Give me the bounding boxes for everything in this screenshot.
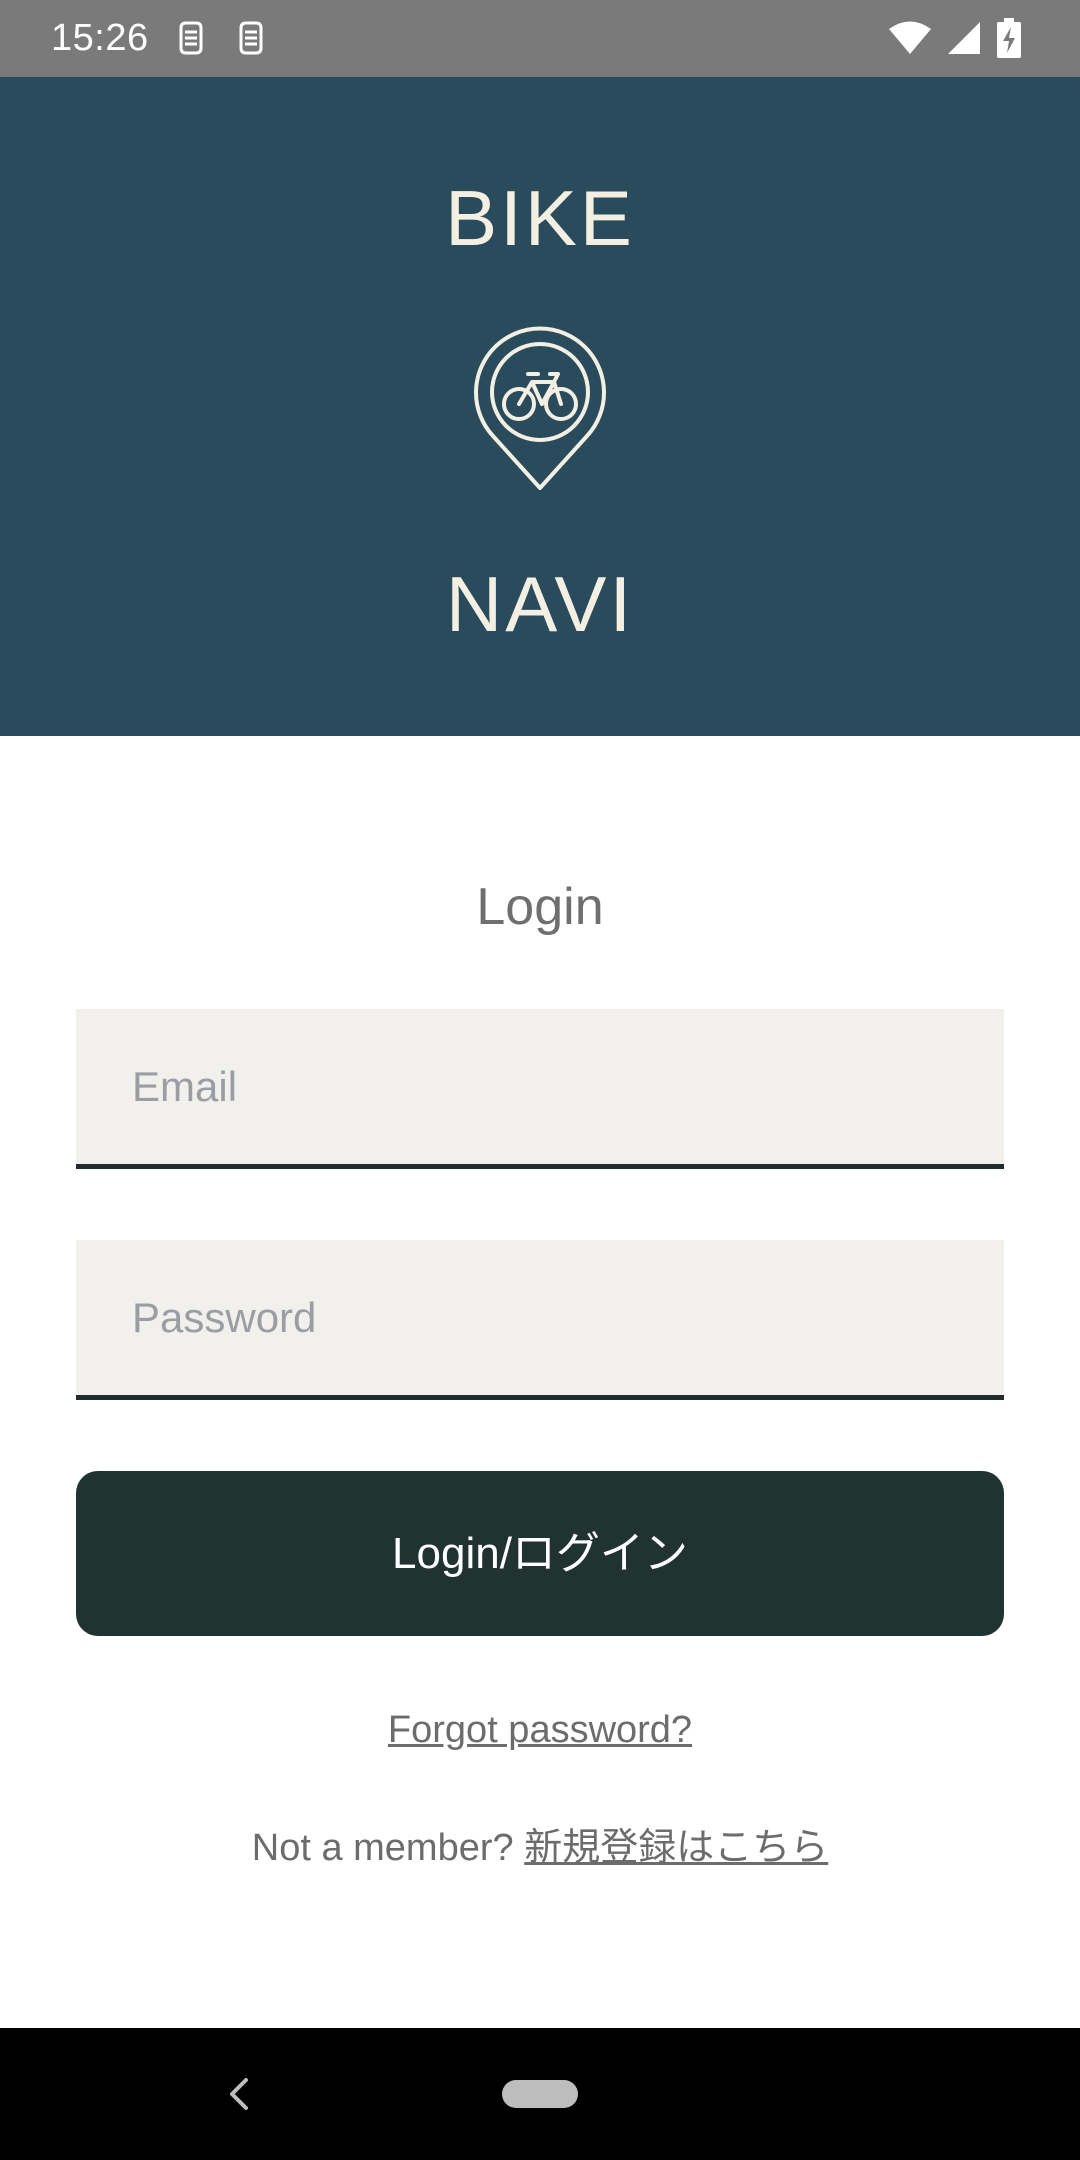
signup-link[interactable]: 新規登録はこちら — [524, 1827, 828, 1869]
wifi-icon — [889, 21, 931, 54]
home-pill-icon[interactable] — [502, 2080, 578, 2108]
email-field[interactable] — [76, 1009, 1004, 1169]
forgot-password-link[interactable]: Forgot password? — [388, 1709, 692, 1751]
brand-title-bottom: NAVI — [445, 560, 635, 648]
notification-app-icon — [179, 21, 203, 55]
system-nav-bar — [0, 2028, 1080, 2160]
app-header: BIKE NAVI — [0, 77, 1080, 736]
battery-charging-icon — [997, 18, 1021, 58]
notification-app-icon — [239, 21, 263, 55]
screen: 15:26 BIKE NAVI Login Email Login/ログイン F… — [0, 0, 1080, 2160]
login-button[interactable]: Login/ログイン — [76, 1471, 1004, 1636]
signup-prefix: Not a member? — [251, 1827, 525, 1869]
forgot-password-row: Forgot password? — [0, 1706, 1080, 1754]
signup-row: Not a member? 新規登録はこちら — [0, 1824, 1080, 1872]
password-field[interactable] — [76, 1240, 1004, 1400]
email-input[interactable] — [132, 1009, 972, 1164]
back-icon[interactable] — [224, 2074, 254, 2114]
status-bar: 15:26 — [0, 0, 1080, 77]
signal-icon — [948, 22, 980, 54]
password-input[interactable] — [132, 1240, 972, 1395]
status-right-icons — [888, 18, 1022, 58]
status-time: 15:26 — [51, 17, 149, 59]
bike-location-pin-icon — [474, 326, 606, 490]
login-title: Login — [476, 878, 604, 936]
brand-title-top: BIKE — [445, 174, 635, 262]
